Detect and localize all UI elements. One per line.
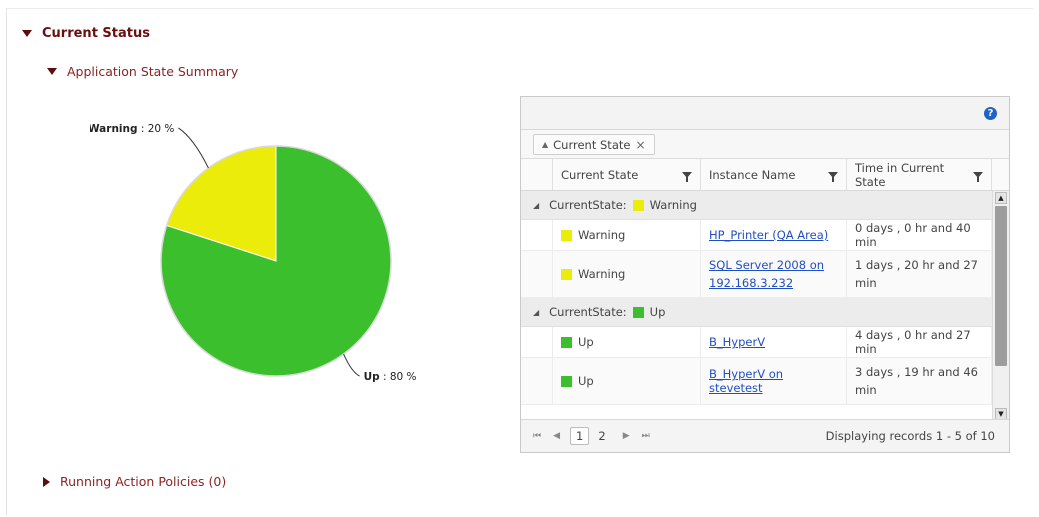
cell-instance: SQL Server 2008 on 192.168.3.232 <box>701 251 847 297</box>
col-time-in-state[interactable]: Time in Current State <box>847 159 992 190</box>
pie-label-warning: Warning : 20 % <box>90 123 174 135</box>
cell-instance: B_HyperV <box>701 327 847 357</box>
col-label: Time in Current State <box>855 160 945 189</box>
pie-leader-line <box>178 127 209 169</box>
time-text: 1 days , 20 hr and 27 <box>855 258 978 272</box>
grid-pager: ⏮ ◀ 1 2 ▶ ⏭ Displaying records 1 - 5 of … <box>521 419 1009 452</box>
group-prefix: CurrentState: <box>549 198 627 212</box>
warning-swatch <box>561 268 572 280</box>
filter-icon[interactable] <box>682 171 692 182</box>
collapse-icon <box>22 30 32 37</box>
grid-toolbar: ? <box>521 97 1009 130</box>
row-spacer <box>521 327 553 357</box>
state-text: Warning <box>578 267 626 281</box>
group-row-warning[interactable]: ◢ CurrentState: Warning <box>521 191 1009 220</box>
cell-instance: HP_Printer (QA Area) <box>701 220 847 250</box>
table-row[interactable]: Up B_HyperV on stevetest 3 days , 19 hr … <box>521 358 1009 405</box>
sort-asc-icon: ▲ <box>542 140 549 149</box>
state-pie-chart: Warning : 20 % Up : 80 % <box>90 123 417 383</box>
last-page-icon[interactable]: ⏭ <box>642 431 650 441</box>
time-text-line2: min <box>855 383 877 397</box>
app-state-summary-header[interactable]: Application State Summary <box>47 64 238 79</box>
records-info: Displaying records 1 - 5 of 10 <box>825 429 995 443</box>
table-row[interactable]: Up B_HyperV 4 days , 0 hr and 27 min <box>521 327 1009 358</box>
up-swatch <box>561 336 572 348</box>
app-state-summary-title: Application State Summary <box>67 64 239 79</box>
group-state: Up <box>649 305 666 319</box>
collapse-icon <box>47 68 57 75</box>
cell-state: Warning <box>553 251 701 297</box>
cell-instance: B_HyperV on stevetest <box>701 358 847 404</box>
expand-icon[interactable]: ◢ <box>533 308 539 317</box>
warning-swatch <box>561 229 572 241</box>
group-chip-label: Current State <box>553 137 631 152</box>
cell-state: Warning <box>553 220 701 250</box>
expand-icon[interactable]: ◢ <box>533 201 539 210</box>
cell-time: 1 days , 20 hr and 27 min <box>847 251 992 297</box>
instance-link[interactable]: SQL Server 2008 on <box>709 258 824 272</box>
filter-icon[interactable] <box>828 171 838 182</box>
expand-icon <box>43 476 50 487</box>
col-instance-name[interactable]: Instance Name <box>701 159 847 190</box>
page-1-button[interactable]: 1 <box>570 427 590 445</box>
table-row[interactable]: Warning SQL Server 2008 on 192.168.3.232… <box>521 251 1009 298</box>
warning-swatch <box>632 199 644 211</box>
pie-leader-line <box>343 353 360 377</box>
running-policies-title: Running Action Policies (0) <box>60 474 227 489</box>
col-current-state[interactable]: Current State <box>553 159 701 190</box>
time-text: 0 days , 0 hr and 40 min <box>855 221 971 249</box>
cell-time: 3 days , 19 hr and 46 min <box>847 358 992 404</box>
pie-label-up: Up : 80 % <box>364 371 417 383</box>
filter-icon[interactable] <box>973 171 983 182</box>
next-page-icon[interactable]: ▶ <box>623 431 630 441</box>
scroll-thumb[interactable] <box>995 206 1007 366</box>
prev-page-icon[interactable]: ◀ <box>553 431 560 441</box>
up-swatch <box>632 306 644 318</box>
page-2-button[interactable]: 2 <box>593 428 610 444</box>
table-row[interactable]: Warning HP_Printer (QA Area) 0 days , 0 … <box>521 220 1009 251</box>
group-prefix: CurrentState: <box>549 305 627 319</box>
up-swatch <box>561 375 572 387</box>
grid-header-row: Current State Instance Name Time in Curr… <box>521 159 1009 191</box>
group-chip-current-state[interactable]: ▲ Current State × <box>533 134 655 155</box>
current-status-title: Current Status <box>42 26 150 41</box>
cell-time: 0 days , 0 hr and 40 min <box>847 220 992 250</box>
current-status-header[interactable]: Current Status <box>22 26 150 41</box>
close-icon[interactable]: × <box>635 138 645 152</box>
running-policies-header[interactable]: Running Action Policies (0) <box>43 474 226 489</box>
scroll-up-icon[interactable]: ▲ <box>995 192 1007 204</box>
vertical-scrollbar[interactable]: ▲ ▼ <box>992 191 1009 421</box>
group-spacer <box>521 159 553 190</box>
first-page-icon[interactable]: ⏮ <box>533 431 541 441</box>
grid-body: ◢ CurrentState: Warning Warning HP_Print… <box>521 191 1009 421</box>
group-panel: ▲ Current State × <box>521 130 1009 159</box>
cell-state: Up <box>553 327 701 357</box>
row-spacer <box>521 358 553 404</box>
state-text: Warning <box>578 228 626 242</box>
time-text-line2: min <box>855 276 877 290</box>
cell-time: 4 days , 0 hr and 27 min <box>847 327 992 357</box>
state-text: Up <box>578 374 594 388</box>
instance-link-line2[interactable]: 192.168.3.232 <box>709 276 793 290</box>
state-grid: ? ▲ Current State × Current State Instan… <box>520 96 1010 453</box>
group-state: Warning <box>649 198 697 212</box>
time-text: 3 days , 19 hr and 46 <box>855 365 978 379</box>
state-text: Up <box>578 335 594 349</box>
instance-link[interactable]: B_HyperV <box>709 335 765 349</box>
time-text: 4 days , 0 hr and 27 min <box>855 328 971 356</box>
group-row-up[interactable]: ◢ CurrentState: Up <box>521 298 1009 327</box>
col-label: Instance Name <box>709 167 796 182</box>
instance-link[interactable]: B_HyperV on stevetest <box>709 367 838 395</box>
row-spacer <box>521 251 553 297</box>
col-label: Current State <box>561 167 639 182</box>
instance-link[interactable]: HP_Printer (QA Area) <box>709 228 828 242</box>
help-icon[interactable]: ? <box>984 107 997 120</box>
row-spacer <box>521 220 553 250</box>
cell-state: Up <box>553 358 701 404</box>
